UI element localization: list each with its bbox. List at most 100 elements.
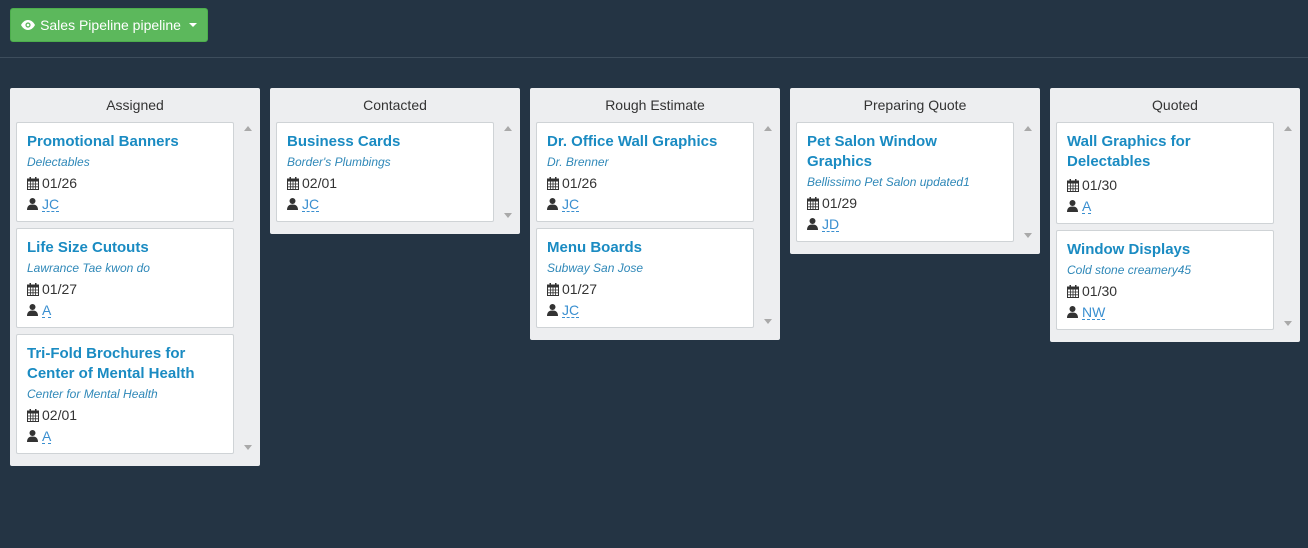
user-icon (1067, 306, 1078, 318)
card-list: Pet Salon Window Graphics Bellissimo Pet… (790, 120, 1040, 254)
card-list: Promotional Banners Delectables 01/26 JC… (10, 120, 260, 466)
card-assignee: JC (287, 195, 483, 213)
chevron-down-icon (188, 23, 197, 27)
calendar-icon (807, 196, 819, 210)
column-scrollbar[interactable] (500, 120, 516, 228)
pipeline-dropdown-button[interactable]: Sales Pipeline pipeline (10, 8, 208, 42)
scroll-down-icon[interactable] (1024, 233, 1032, 238)
assignee-initials[interactable]: JD (822, 217, 840, 232)
card-title-link[interactable]: Dr. Office Wall Graphics (547, 132, 743, 152)
column-scrollbar[interactable] (240, 120, 256, 460)
scroll-down-icon[interactable] (764, 319, 772, 324)
top-toolbar: Sales Pipeline pipeline (0, 0, 1308, 58)
card-assignee: NW (1067, 303, 1263, 321)
scroll-up-icon[interactable] (1024, 126, 1032, 131)
pipeline-button-label: Sales Pipeline pipeline (40, 17, 181, 33)
card-date: 01/27 (27, 280, 223, 298)
user-icon (27, 430, 38, 442)
card-list: Business Cards Border's Plumbings 02/01 … (270, 120, 520, 234)
card-company: Dr. Brenner (547, 155, 609, 169)
assignee-initials[interactable]: A (42, 429, 52, 444)
card-company: Subway San Jose (547, 261, 644, 275)
card-company: Lawrance Tae kwon do (27, 261, 150, 275)
card-title-link[interactable]: Wall Graphics for Delectables (1067, 132, 1263, 172)
calendar-icon (1067, 178, 1079, 192)
card-assignee: A (1067, 197, 1263, 215)
card-title-link[interactable]: Business Cards (287, 132, 483, 152)
column-scrollbar[interactable] (1280, 120, 1296, 336)
user-icon (1067, 200, 1078, 212)
card-title-link[interactable]: Promotional Banners (27, 132, 223, 152)
card-date: 02/01 (27, 406, 223, 424)
card-date: 01/30 (1067, 176, 1263, 194)
assignee-initials[interactable]: JC (42, 197, 60, 212)
scroll-up-icon[interactable] (764, 126, 772, 131)
card-date: 02/01 (287, 174, 483, 192)
calendar-icon (27, 176, 39, 190)
card-date-text: 01/27 (562, 281, 598, 297)
deal-card[interactable]: Promotional Banners Delectables 01/26 JC (16, 122, 234, 222)
scroll-down-icon[interactable] (244, 445, 252, 450)
column-scrollbar[interactable] (1020, 120, 1036, 248)
assignee-initials[interactable]: A (1082, 199, 1092, 214)
eye-icon (21, 20, 36, 30)
user-icon (27, 198, 38, 210)
column-title: Contacted (363, 97, 427, 113)
card-title-link[interactable]: Menu Boards (547, 238, 743, 258)
deal-card[interactable]: Pet Salon Window Graphics Bellissimo Pet… (796, 122, 1014, 242)
card-company: Center for Mental Health (27, 387, 158, 401)
card-date-text: 01/26 (42, 175, 78, 191)
calendar-icon (287, 176, 299, 190)
calendar-icon (547, 282, 559, 296)
card-date-text: 01/30 (1082, 177, 1118, 193)
card-title-link[interactable]: Pet Salon Window Graphics (807, 132, 1003, 172)
column-rough-estimate: Rough Estimate Dr. Office Wall Graphics … (530, 88, 780, 340)
column-title: Assigned (106, 97, 164, 113)
deal-card[interactable]: Window Displays Cold stone creamery45 01… (1056, 230, 1274, 330)
card-date: 01/30 (1067, 282, 1263, 300)
assignee-initials[interactable]: JC (562, 303, 580, 318)
card-date-text: 02/01 (42, 407, 78, 423)
scroll-up-icon[interactable] (1284, 126, 1292, 131)
column-title: Rough Estimate (605, 97, 705, 113)
user-icon (287, 198, 298, 210)
deal-card[interactable]: Menu Boards Subway San Jose 01/27 JC (536, 228, 754, 328)
assignee-initials[interactable]: JC (562, 197, 580, 212)
card-company: Delectables (27, 155, 90, 169)
scroll-up-icon[interactable] (244, 126, 252, 131)
scroll-down-icon[interactable] (1284, 321, 1292, 326)
card-assignee: JD (807, 215, 1003, 233)
assignee-initials[interactable]: NW (1082, 305, 1106, 320)
calendar-icon (27, 408, 39, 422)
card-title-link[interactable]: Tri-Fold Brochures for Center of Mental … (27, 344, 223, 384)
card-company: Bellissimo Pet Salon updated1 (807, 175, 970, 189)
deal-card[interactable]: Life Size Cutouts Lawrance Tae kwon do 0… (16, 228, 234, 328)
calendar-icon (547, 176, 559, 190)
card-date-text: 01/29 (822, 195, 858, 211)
card-company: Cold stone creamery45 (1067, 263, 1192, 277)
card-date: 01/27 (547, 280, 743, 298)
deal-card[interactable]: Business Cards Border's Plumbings 02/01 … (276, 122, 494, 222)
card-assignee: JC (27, 195, 223, 213)
card-date-text: 01/26 (562, 175, 598, 191)
column-preparing-quote: Preparing Quote Pet Salon Window Graphic… (790, 88, 1040, 254)
column-contacted: Contacted Business Cards Border's Plumbi… (270, 88, 520, 234)
card-date: 01/26 (547, 174, 743, 192)
deal-card[interactable]: Tri-Fold Brochures for Center of Mental … (16, 334, 234, 454)
scroll-down-icon[interactable] (504, 213, 512, 218)
user-icon (807, 218, 818, 230)
column-scrollbar[interactable] (760, 120, 776, 334)
deal-card[interactable]: Dr. Office Wall Graphics Dr. Brenner 01/… (536, 122, 754, 222)
scroll-up-icon[interactable] (504, 126, 512, 131)
card-assignee: A (27, 301, 223, 319)
card-title-link[interactable]: Window Displays (1067, 240, 1263, 260)
assignee-initials[interactable]: JC (302, 197, 320, 212)
deal-card[interactable]: Wall Graphics for Delectables 01/30 A (1056, 122, 1274, 224)
assignee-initials[interactable]: A (42, 303, 52, 318)
column-title: Preparing Quote (863, 97, 967, 113)
user-icon (547, 198, 558, 210)
card-date-text: 02/01 (302, 175, 338, 191)
card-assignee: JC (547, 195, 743, 213)
card-title-link[interactable]: Life Size Cutouts (27, 238, 223, 258)
card-assignee: A (27, 427, 223, 445)
